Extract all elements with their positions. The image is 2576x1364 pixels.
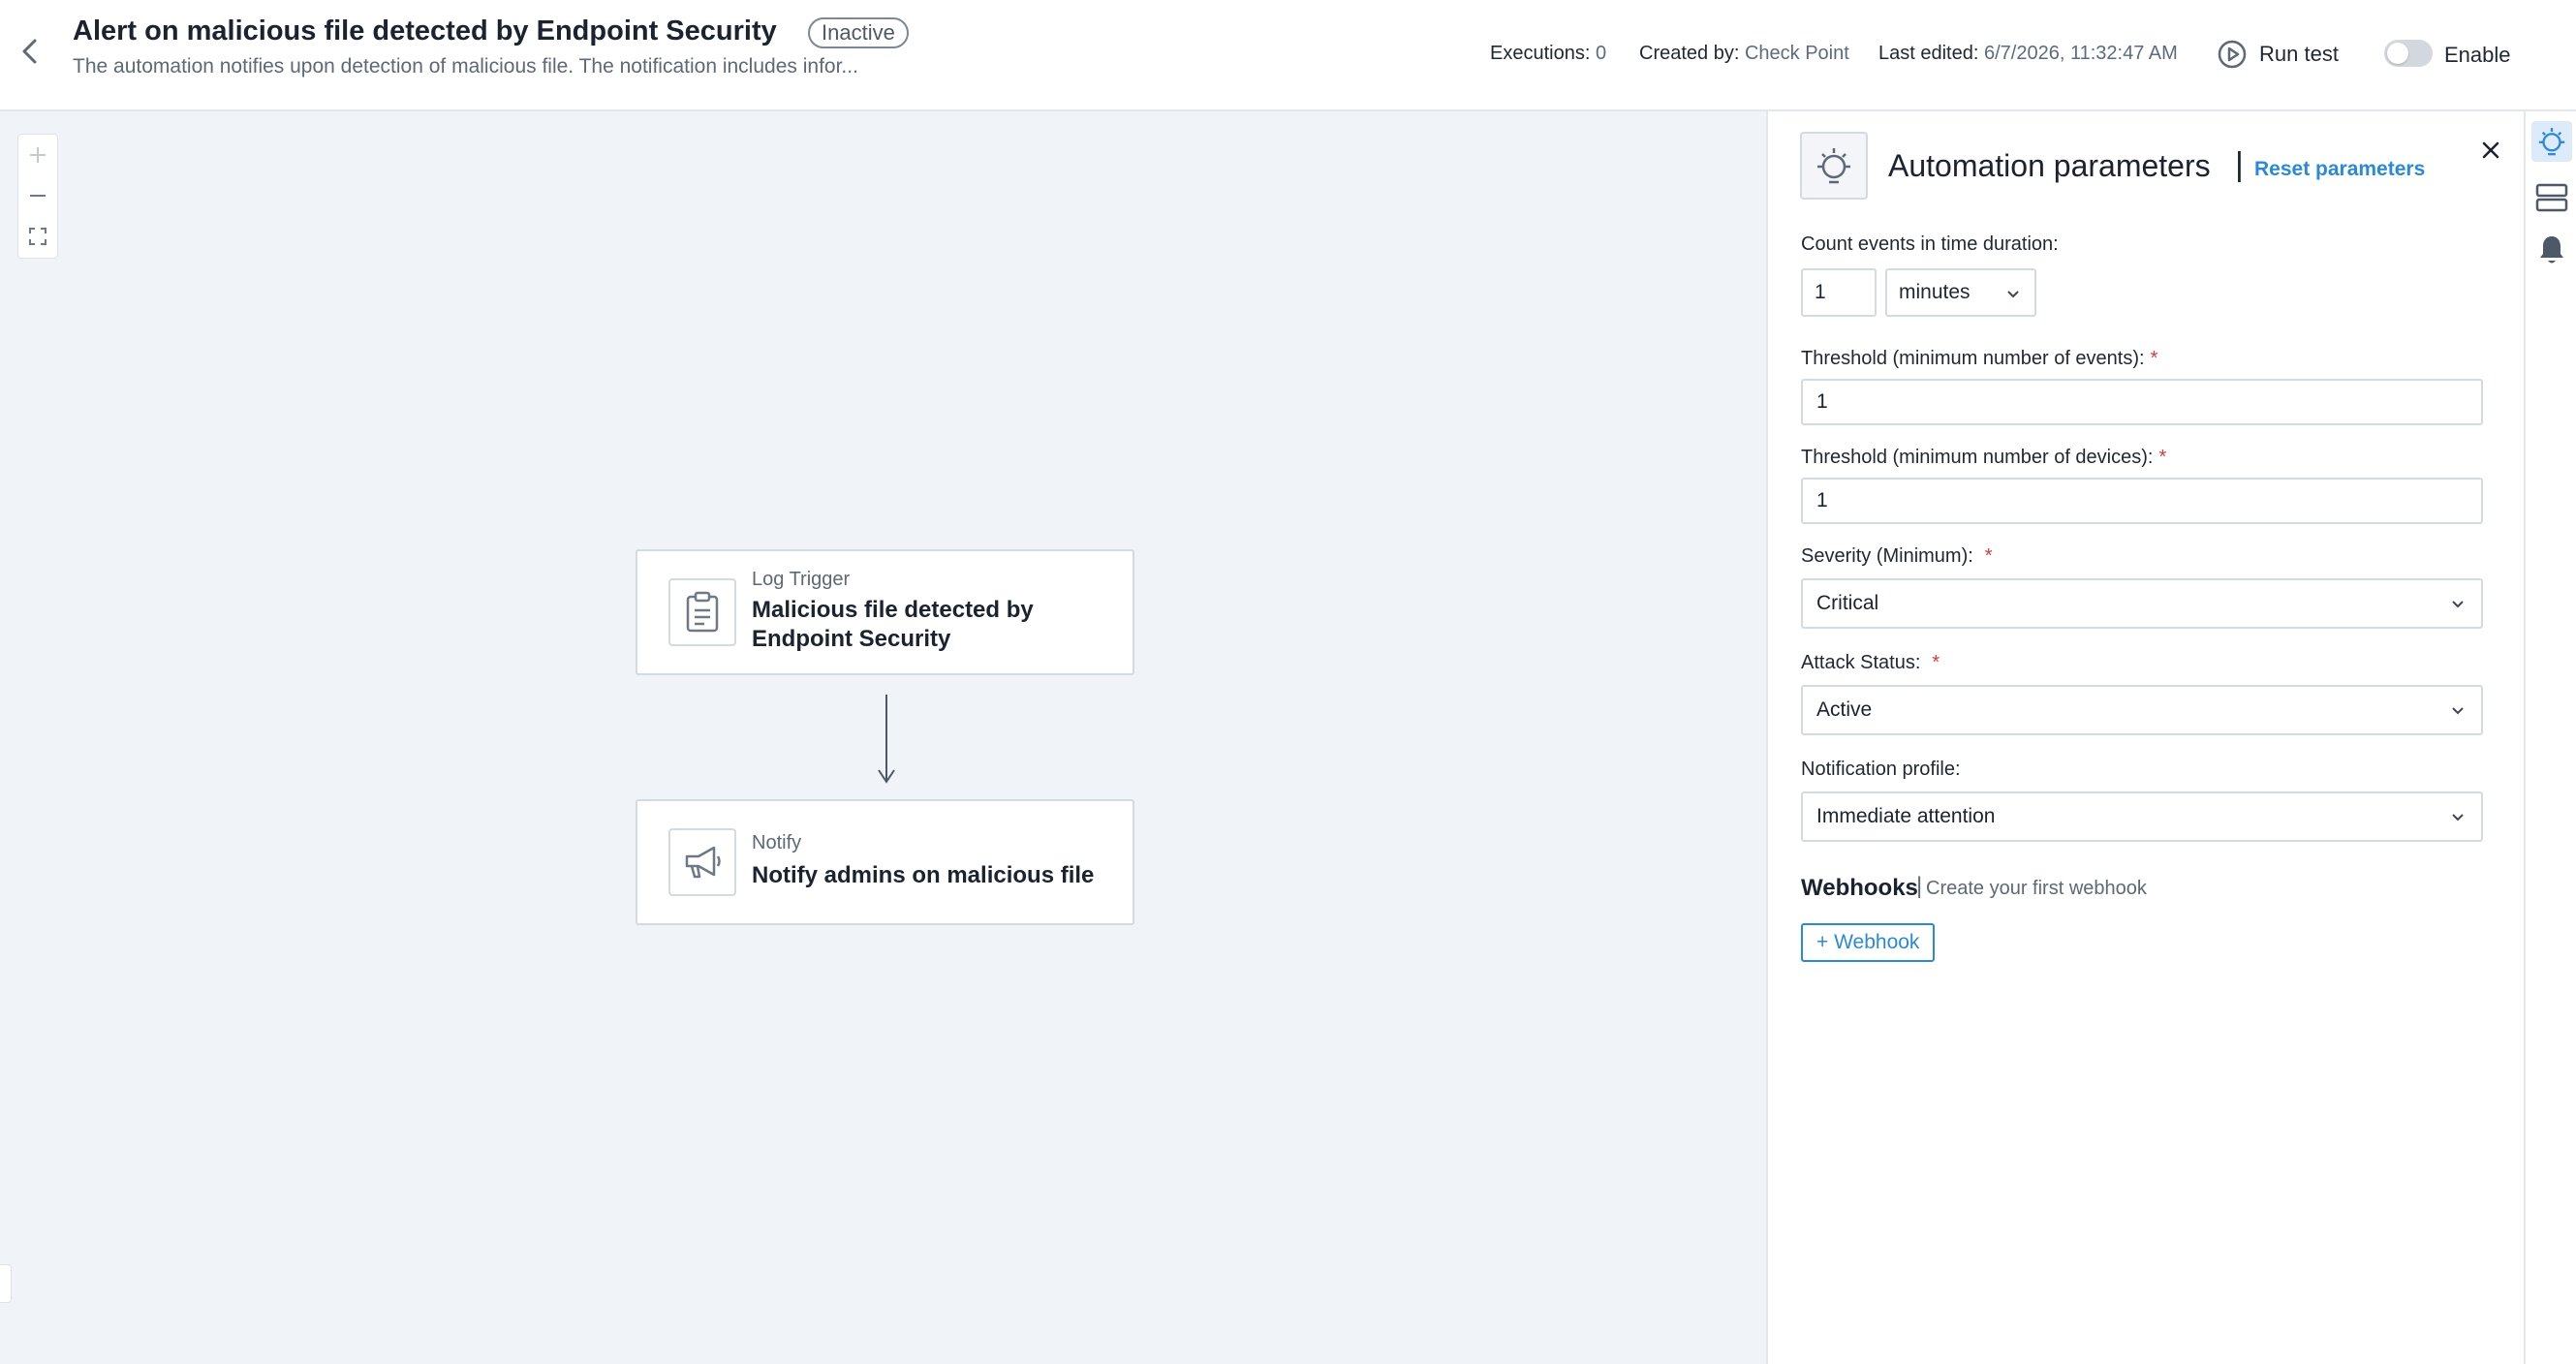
node-icon-box [668, 578, 736, 646]
connector-arrow [878, 695, 895, 784]
right-icon-rail [2524, 111, 2576, 1364]
close-panel-button[interactable] [2475, 135, 2506, 166]
required-mark: * [2150, 348, 2158, 369]
bell-icon [2540, 236, 2563, 264]
attack-status-label: Attack Status: * [1801, 652, 1940, 674]
threshold-events-label: Threshold (minimum number of events): * [1801, 348, 2157, 370]
notification-profile-select[interactable]: Immediate attention [1801, 791, 2483, 842]
toggle-knob [2387, 43, 2408, 64]
notification-profile-value: Immediate attention [1816, 805, 1996, 827]
canvas-side-tab[interactable] [0, 1264, 12, 1303]
add-webhook-button[interactable]: + Webhook [1801, 923, 1936, 962]
count-events-input[interactable]: 1 [1801, 268, 1877, 317]
enable-label: Enable [2444, 43, 2511, 67]
threshold-events-text: Threshold (minimum number of events): [1801, 348, 2145, 369]
chevron-down-icon [2452, 707, 2464, 715]
zoom-in-button[interactable] [18, 135, 57, 175]
last-edited-value: 6/7/2026, 11:32:47 AM [1983, 43, 2178, 64]
fit-screen-icon [29, 228, 47, 245]
automation-parameters-panel: Automation parameters | Reset parameters… [1766, 111, 2524, 1364]
node-type-label: Log Trigger [752, 569, 851, 590]
executions-meta: Executions: 0 [1490, 43, 1606, 65]
reset-parameters-link[interactable]: Reset parameters [2254, 158, 2425, 181]
node-name: Malicious file detected by Endpoint Secu… [752, 597, 1034, 652]
count-events-label: Count events in time duration: [1801, 233, 2059, 255]
page-description: The automation notifies upon detection o… [73, 55, 858, 78]
run-test-button[interactable]: Run test [2217, 35, 2339, 74]
threshold-devices-input[interactable]: 1 [1801, 478, 2483, 524]
panel-title: Automation parameters [1888, 148, 2211, 183]
chevron-down-icon [2452, 601, 2464, 608]
webhooks-hint: Create your first webhook [1926, 878, 2147, 899]
webhooks-separator: | [1916, 873, 1923, 899]
created-by-meta: Created by: Check Point [1639, 43, 1849, 65]
automation-icon [1817, 148, 1850, 184]
severity-value: Critical [1816, 592, 1879, 614]
executions-label: Executions: [1490, 43, 1591, 64]
rail-notifications-button[interactable] [2531, 230, 2572, 270]
severity-label: Severity (Minimum): * [1801, 545, 1993, 568]
node-name: Notify admins on malicious file [752, 862, 1095, 888]
top-header: Alert on malicious file detected by Endp… [0, 0, 2576, 111]
threshold-devices-text: Threshold (minimum number of devices): [1801, 447, 2154, 468]
zoom-controls [17, 134, 58, 259]
chevron-left-icon [22, 39, 37, 64]
required-mark: * [1984, 545, 1993, 567]
run-test-label: Run test [2259, 42, 2339, 66]
enable-toggle[interactable] [2384, 40, 2433, 67]
megaphone-icon [685, 846, 721, 879]
notify-node[interactable]: Notify Notify admins on malicious file [636, 799, 1134, 925]
chevron-down-icon [2452, 814, 2464, 822]
required-mark: * [2158, 447, 2167, 468]
threshold-devices-label: Threshold (minimum number of devices): * [1801, 447, 2166, 469]
title-separator: | [2235, 146, 2244, 183]
created-by-value: Check Point [1744, 43, 1849, 64]
time-unit-select[interactable]: minutes [1885, 268, 2036, 317]
page-title: Alert on malicious file detected by Endp… [73, 16, 777, 46]
minus-icon [30, 195, 46, 197]
attack-status-text: Attack Status: [1801, 652, 1921, 673]
panel-icon-box [1800, 132, 1868, 200]
fit-view-button[interactable] [18, 216, 57, 257]
back-button[interactable] [14, 35, 47, 68]
executions-value: 0 [1595, 43, 1607, 64]
chevron-down-icon [2007, 291, 2019, 298]
automation-icon [2538, 128, 2565, 156]
play-circle-icon [2218, 40, 2247, 69]
attack-status-value: Active [1816, 698, 1873, 721]
time-unit-value: minutes [1899, 281, 1971, 303]
stacked-rows-icon [2535, 183, 2568, 212]
required-mark: * [1932, 652, 1940, 673]
plus-icon [30, 147, 46, 163]
severity-text: Severity (Minimum): [1801, 545, 1973, 567]
rail-layout-button[interactable] [2531, 177, 2572, 218]
trigger-node[interactable]: Log Trigger Malicious file detected by E… [636, 549, 1134, 675]
created-by-label: Created by: [1639, 43, 1740, 64]
last-edited-meta: Last edited: 6/7/2026, 11:32:47 AM [1878, 43, 2178, 65]
workflow-canvas[interactable]: Log Trigger Malicious file detected by E… [0, 111, 1766, 1364]
close-icon [2482, 141, 2499, 159]
clipboard-icon [686, 591, 719, 633]
zoom-out-button[interactable] [18, 175, 57, 216]
last-edited-label: Last edited: [1878, 43, 1979, 64]
attack-status-select[interactable]: Active [1801, 685, 2483, 735]
severity-select[interactable]: Critical [1801, 578, 2483, 629]
node-type-label: Notify [752, 832, 802, 853]
status-badge: Inactive [808, 17, 909, 48]
webhooks-title: Webhooks [1801, 875, 1918, 901]
threshold-events-input[interactable]: 1 [1801, 379, 2483, 425]
node-icon-box [668, 828, 736, 896]
notification-profile-label: Notification profile: [1801, 759, 1961, 780]
rail-automation-button[interactable] [2531, 121, 2572, 162]
